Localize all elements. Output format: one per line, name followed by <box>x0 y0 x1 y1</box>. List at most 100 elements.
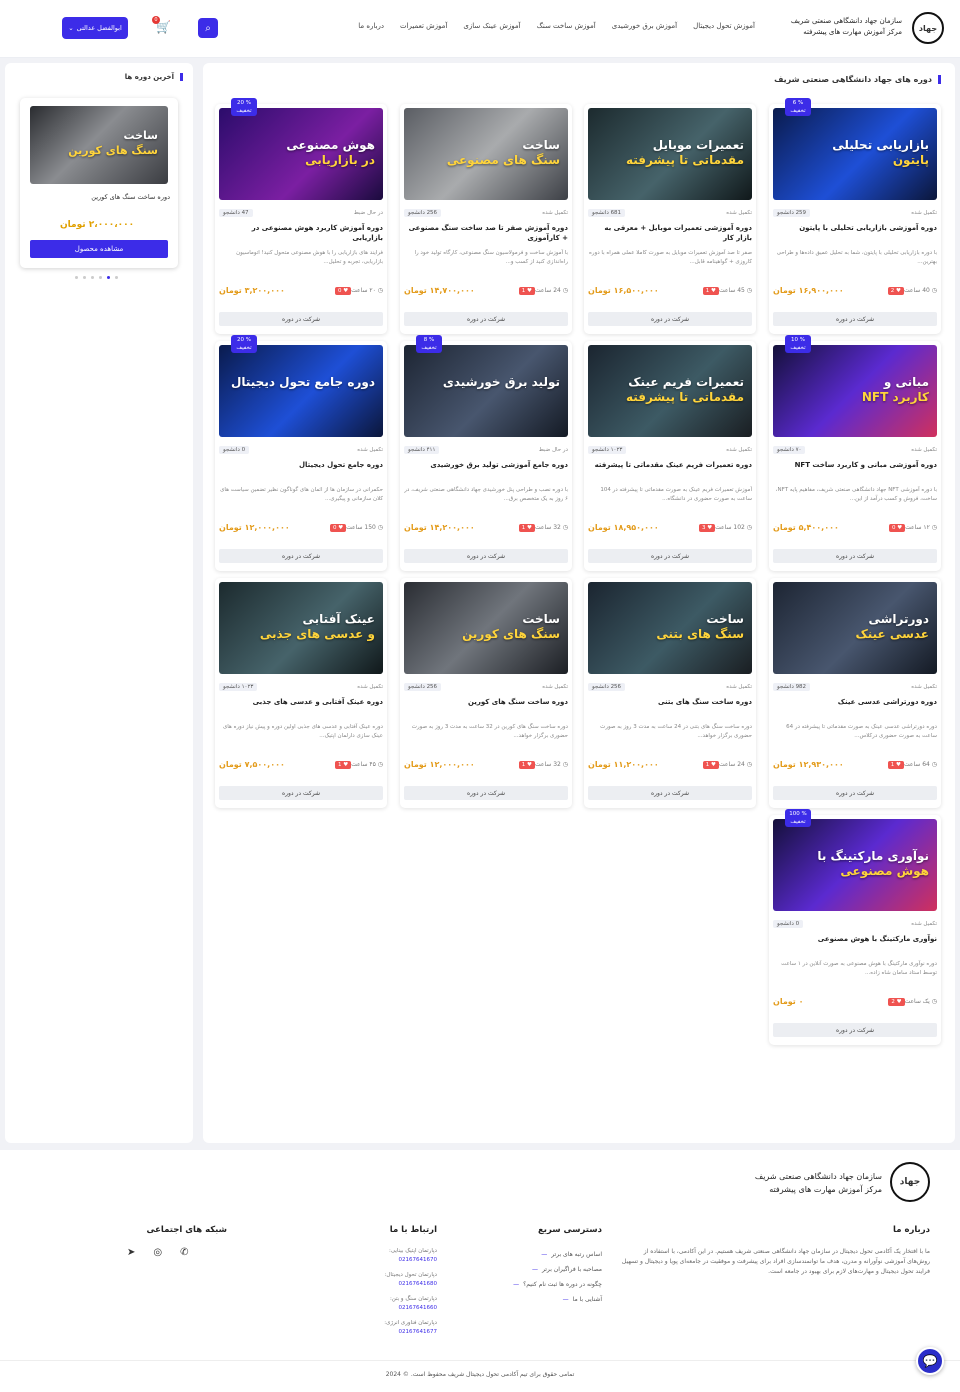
course-card[interactable]: % 20 تخفیف دوره جامع تحول دیجیتال تکمیل ش… <box>215 335 387 571</box>
course-title[interactable]: دوره دورتراشی عدسی عینک <box>773 697 937 707</box>
like-count[interactable]: ♥ 1 <box>518 523 535 532</box>
phone-link[interactable]: 02167641680 <box>337 1280 438 1289</box>
quick-link[interactable]: مصاحبه با فراگیران برتر <box>482 1262 602 1277</box>
course-title[interactable]: دوره آموزشی مبانی و کاربرد ساخت NFT <box>773 460 937 470</box>
course-thumbnail[interactable]: ساخت سنگ های کورین <box>404 582 568 674</box>
brand-name[interactable]: سازمان جهاد دانشگاهی صنعتی شریف مرکز آمو… <box>791 16 902 38</box>
like-count[interactable]: ♥ 1 <box>702 286 719 295</box>
slider-dot[interactable] <box>115 276 118 279</box>
slider-dot[interactable] <box>75 276 78 279</box>
course-thumbnail[interactable]: ساخت سنگ های کورین <box>30 106 168 184</box>
enroll-button[interactable]: شرکت در دوره <box>773 1023 937 1037</box>
course-card[interactable]: ساخت سنگ های کورین تکمیل شده 256 دانشجو … <box>400 578 572 808</box>
course-title[interactable]: دوره جامع آموزشی تولید برق خورشیدی <box>404 460 568 470</box>
course-thumbnail[interactable]: نوآوری مارکتینگ با هوش مصنوعی <box>773 819 937 911</box>
nav-optics[interactable]: آموزش عینک سازی <box>463 22 520 30</box>
slider-dot[interactable] <box>83 276 86 279</box>
whatsapp-icon[interactable]: ✆ <box>180 1247 188 1258</box>
enroll-button[interactable]: شرکت در دوره <box>773 312 937 326</box>
enroll-button[interactable]: شرکت در دوره <box>404 786 568 800</box>
like-count[interactable]: ♥ 1 <box>518 760 535 769</box>
course-title[interactable]: دوره ساخت سنگ های کورین <box>404 697 568 707</box>
telegram-icon[interactable]: ➤ <box>127 1247 135 1258</box>
course-thumbnail[interactable]: ساخت سنگ های بتنی <box>588 582 752 674</box>
course-title[interactable]: دوره آموزش کاربرد هوش مصنوعی در بازاریاب… <box>219 223 383 243</box>
enroll-button[interactable]: شرکت در دوره <box>588 312 752 326</box>
course-title[interactable]: دوره آموزش صفر تا صد ساخت سنگ مصنوعی + ک… <box>404 223 568 243</box>
nav-stone[interactable]: آموزش ساخت سنگ <box>537 22 596 30</box>
course-title[interactable]: نوآوری مارکتینگ با هوش مصنوعی <box>773 934 937 944</box>
enroll-button[interactable]: شرکت در دوره <box>773 786 937 800</box>
like-count[interactable]: ♥ 2 <box>888 997 905 1006</box>
phone-link[interactable]: 02167641677 <box>337 1328 438 1337</box>
enroll-button[interactable]: شرکت در دوره <box>219 786 383 800</box>
like-count[interactable]: ♥ 2 <box>887 286 904 295</box>
course-card[interactable]: % 10 تخفیف مبانی و کاربرد NFT تکمیل شده ۷… <box>769 335 941 571</box>
footer-logo-icon[interactable]: جهاد <box>890 1162 930 1202</box>
slider-dot[interactable] <box>91 276 94 279</box>
enroll-button[interactable]: شرکت در دوره <box>773 549 937 563</box>
latest-course-card[interactable]: ساخت سنگ های کورین دوره ساخت سنگ های کور… <box>20 98 178 268</box>
view-product-button[interactable]: مشاهده محصول <box>30 240 168 258</box>
price-row: ◷ 150 ساعت♥ 0 ۱۲,۰۰۰,۰۰۰ تومان <box>219 523 383 532</box>
course-thumbnail[interactable]: ساخت سنگ های مصنوعی <box>404 108 568 200</box>
course-card[interactable]: تعمیرات موبایل مقدماتی تا پیشرفته تکمیل … <box>584 104 756 334</box>
course-card[interactable]: ساخت سنگ های مصنوعی تکمیل شده 256 دانشجو… <box>400 104 572 334</box>
search-button[interactable]: ⌕ <box>198 18 218 38</box>
course-card[interactable]: دورتراشی عدسی عینک تکمیل شده 982 دانشجو … <box>769 578 941 808</box>
nav-solar[interactable]: آموزش برق خورشیدی <box>612 22 677 30</box>
phone-link[interactable]: 02167641660 <box>337 1304 438 1313</box>
quick-link[interactable]: چگونه در دوره ها ثبت نام کنیم؟ <box>482 1277 602 1292</box>
like-count[interactable]: ♥ 0 <box>888 523 906 532</box>
course-card[interactable]: % 8 تخفیف تولید برق خورشیدی در حال ضبط ۴۱… <box>400 335 572 571</box>
like-count[interactable]: ♥ 1 <box>887 760 904 769</box>
like-count[interactable]: ♥ 1 <box>518 286 535 295</box>
like-count[interactable]: ♥ 0 <box>329 523 347 532</box>
course-thumbnail[interactable]: هوش مصنوعی در بازاریابی <box>219 108 383 200</box>
user-menu-button[interactable]: ابوالفضل عدالتی ⌄ <box>62 17 128 39</box>
course-thumbnail[interactable]: تعمیرات فریم عینک مقدماتی تا پیشرفته <box>588 345 752 437</box>
chat-button[interactable]: 💬 <box>916 1347 944 1375</box>
cart-button[interactable]: 🛒 0 <box>152 16 171 34</box>
course-name[interactable]: دوره ساخت سنگ های کورین <box>91 193 170 201</box>
slider-dot-active[interactable] <box>107 276 110 279</box>
like-count[interactable]: ♥ 3 <box>698 523 716 532</box>
course-card[interactable]: % 20 تخفیف هوش مصنوعی در بازاریابی در حال… <box>215 98 387 334</box>
nav-about[interactable]: درباره ما <box>358 22 384 30</box>
course-thumbnail[interactable]: دورتراشی عدسی عینک <box>773 582 937 674</box>
course-thumbnail[interactable]: بازاریابی تحلیلی پایتون <box>773 108 937 200</box>
enroll-button[interactable]: شرکت در دوره <box>588 549 752 563</box>
quick-link[interactable]: اساس رتبه های برتر <box>482 1247 602 1262</box>
enroll-button[interactable]: شرکت در دوره <box>404 549 568 563</box>
course-thumbnail[interactable]: دوره جامع تحول دیجیتال <box>219 345 383 437</box>
like-count[interactable]: ♥ 1 <box>702 760 719 769</box>
course-title[interactable]: دوره آموزشی بازاریابی تحلیلی با پایتون <box>773 223 937 233</box>
course-title[interactable]: دوره تعمیرات فریم عینک مقدماتی تا پیشرفت… <box>588 460 752 470</box>
quick-link[interactable]: آشنایی با ما <box>482 1292 602 1307</box>
phone-link[interactable]: 02167641670 <box>337 1256 438 1265</box>
course-card[interactable]: % 6 تخفیف بازاریابی تحلیلی پایتون تکمیل ش… <box>769 98 941 334</box>
nav-digital[interactable]: آموزش تحول دیجیتال <box>693 22 755 30</box>
like-count[interactable]: ♥ 1 <box>334 760 352 769</box>
like-count[interactable]: ♥ 0 <box>334 286 352 295</box>
course-thumbnail[interactable]: تعمیرات موبایل مقدماتی تا پیشرفته <box>588 108 752 200</box>
course-thumbnail[interactable]: تولید برق خورشیدی <box>404 345 568 437</box>
course-card[interactable]: تعمیرات فریم عینک مقدماتی تا پیشرفته تکم… <box>584 341 756 571</box>
course-title[interactable]: دوره ساخت سنگ های بتنی <box>588 697 752 707</box>
instagram-icon[interactable]: ◎ <box>153 1247 162 1258</box>
enroll-button[interactable]: شرکت در دوره <box>219 549 383 563</box>
enroll-button[interactable]: شرکت در دوره <box>404 312 568 326</box>
logo-icon[interactable]: جهاد <box>912 12 944 44</box>
enroll-button[interactable]: شرکت در دوره <box>219 312 383 326</box>
course-card[interactable]: ساخت سنگ های بتنی تکمیل شده 256 دانشجو د… <box>584 578 756 808</box>
course-title[interactable]: دوره جامع تحول دیجیتال <box>219 460 383 470</box>
enroll-button[interactable]: شرکت در دوره <box>588 786 752 800</box>
slider-dot[interactable] <box>99 276 102 279</box>
course-card[interactable]: % 100 تخفیف نوآوری مارکتینگ با هوش مصنوعی… <box>769 809 941 1045</box>
nav-repair[interactable]: آموزش تعمیرات <box>400 22 447 30</box>
course-title[interactable]: دوره آموزشی تعمیرات موبایل + معرفی به با… <box>588 223 752 243</box>
course-thumbnail[interactable]: عینک آفتابی و عدسی های جذبی <box>219 582 383 674</box>
course-thumbnail[interactable]: مبانی و کاربرد NFT <box>773 345 937 437</box>
course-title[interactable]: دوره عینک آفتابی و عدسی های جذبی <box>219 697 383 707</box>
course-card[interactable]: عینک آفتابی و عدسی های جذبی تکمیل شده ۱۰… <box>215 578 387 808</box>
